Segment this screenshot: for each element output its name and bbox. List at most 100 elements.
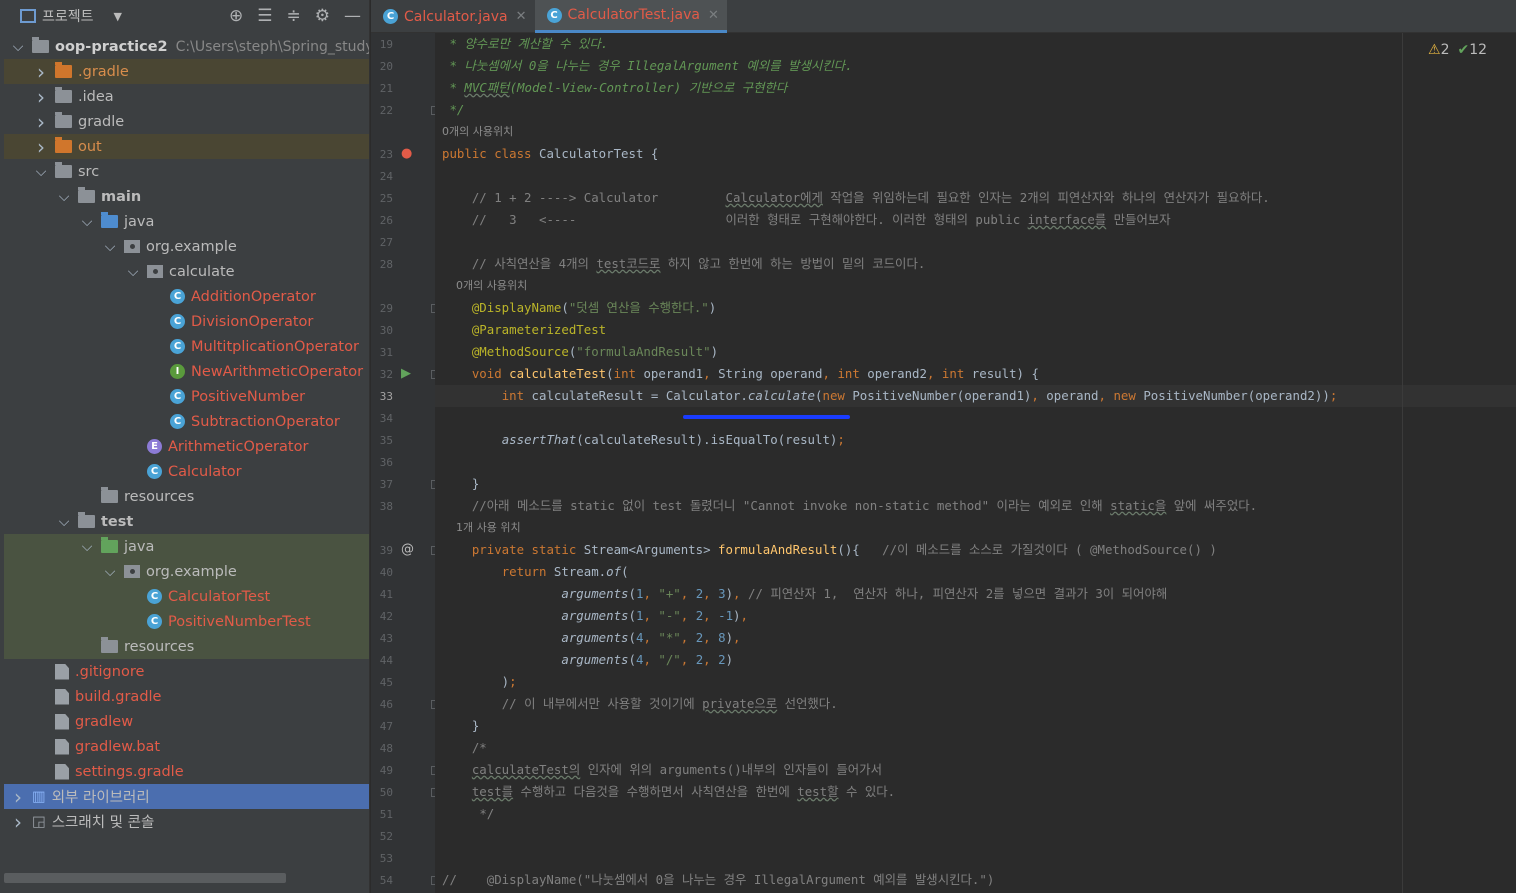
tree-item-resources[interactable]: resources [4, 634, 369, 659]
line-number: 30 [379, 324, 393, 337]
class-icon: C [383, 9, 398, 24]
tree-item-label: src [78, 163, 100, 180]
tree-item-main[interactable]: ⌵ main [4, 184, 369, 209]
chevron-down-icon[interactable]: ⌵ [79, 539, 95, 555]
folder-icon [101, 637, 118, 653]
run-test-method-icon[interactable]: ▶ [401, 366, 411, 381]
editor-tabs: C Calculator.java ✕ C CalculatorTest.java ✕ [371, 0, 1516, 33]
code-line: arguments(1, "-", 2, -1), [561, 608, 748, 623]
collapse-all-icon[interactable]: ≑ [287, 6, 301, 26]
library-icon: ▥ [32, 788, 46, 805]
close-icon[interactable]: ✕ [708, 8, 719, 23]
tree-item-gradlew[interactable]: gradlew [4, 709, 369, 734]
usage-hint: 1개 사용 위치 [442, 521, 521, 534]
chevron-right-icon[interactable]: › [10, 810, 26, 834]
chevron-down-icon[interactable]: ⌵ [56, 189, 72, 205]
tree-item-src[interactable]: ⌵ src [4, 159, 369, 184]
line-number: 31 [379, 346, 393, 359]
tree-item-arithmeticoperator[interactable]: E ArithmeticOperator [4, 434, 369, 459]
minimize-icon[interactable]: — [344, 6, 361, 26]
tree-item-org-example[interactable]: ⌵ org.example [4, 559, 369, 584]
code-editor[interactable]: * 양수로만 계산할 수 있다. * 나눗셈에서 0을 나누는 경우 Illeg… [435, 33, 1516, 893]
tree-item-calculate[interactable]: ⌵ calculate [4, 259, 369, 284]
tree-item-divisionoperator[interactable]: C DivisionOperator [4, 309, 369, 334]
annotation-usage-icon[interactable]: @ [401, 542, 414, 557]
source-folder-icon [101, 212, 118, 228]
class-icon: C [147, 589, 162, 604]
chevron-right-icon[interactable]: › [33, 110, 49, 134]
right-margin-guide [1402, 33, 1403, 893]
line-number: 25 [379, 192, 393, 205]
tree-item-스크래치-및-콘솔[interactable]: › ◲ 스크래치 및 콘솔 [4, 809, 369, 834]
tree-item-positivenumbertest[interactable]: C PositiveNumberTest [4, 609, 369, 634]
tree-item-calculatortest[interactable]: C CalculatorTest [4, 584, 369, 609]
tree-item-label: calculate [169, 263, 235, 280]
locate-icon[interactable]: ⊕ [229, 6, 243, 26]
tab-calculatortest-java[interactable]: C CalculatorTest.java ✕ [534, 0, 727, 33]
tree-item-gitignore[interactable]: .gitignore [4, 659, 369, 684]
gear-icon[interactable]: ⚙ [315, 6, 330, 26]
chevron-right-icon[interactable]: › [33, 135, 49, 159]
tree-item-java[interactable]: ⌵ java [4, 209, 369, 234]
tree-item-multitplicationoperator[interactable]: C MultitplicationOperator [4, 334, 369, 359]
tree-item-oop-practice2[interactable]: ⌵ oop-practice2 C:\Users\steph\Spring_stud… [4, 34, 369, 59]
chevron-down-icon[interactable]: ⌵ [56, 514, 72, 530]
tree-item-gradle[interactable]: › gradle [4, 109, 369, 134]
tree-item-label: org.example [146, 563, 237, 580]
tree-item-java[interactable]: ⌵ java [4, 534, 369, 559]
package-icon [124, 240, 140, 253]
expand-all-icon[interactable]: ☰ [257, 6, 272, 26]
line-number: 43 [379, 632, 393, 645]
chevron-right-icon[interactable]: › [33, 60, 49, 84]
usage-hint: 0개의 사용위치 [442, 279, 528, 292]
chevron-down-icon[interactable]: ⌵ [79, 214, 95, 230]
tree-item-out[interactable]: › out [4, 134, 369, 159]
tree-item-org-example[interactable]: ⌵ org.example [4, 234, 369, 259]
tree-item-label: NewArithmeticOperator [191, 363, 364, 380]
close-icon[interactable]: ✕ [516, 9, 527, 24]
tree-item-gradlew-bat[interactable]: gradlew.bat [4, 734, 369, 759]
tree-item-positivenumber[interactable]: C PositiveNumber [4, 384, 369, 409]
line-number: 42 [379, 610, 393, 623]
code-line: arguments(4, "*", 2, 8), [561, 630, 741, 645]
chevron-down-icon[interactable]: ⌵ [10, 39, 26, 55]
tree-item-외부-라이브러리[interactable]: › ▥ 외부 라이브러리 [4, 784, 369, 809]
project-panel-header[interactable]: 프로젝트 ▼ ⊕ ☰ ≑ ⚙ — [0, 0, 369, 32]
tree-item-resources[interactable]: resources [4, 484, 369, 509]
run-test-class-icon[interactable]: ● [401, 146, 412, 161]
code-line: } [442, 718, 480, 733]
line-number: 45 [379, 676, 393, 689]
chevron-right-icon[interactable]: › [33, 85, 49, 109]
horizontal-scrollbar[interactable] [4, 873, 286, 883]
class-icon: C [147, 614, 162, 629]
code-line: arguments(4, "/", 2, 2) [561, 652, 734, 667]
tree-item-newarithmeticoperator[interactable]: I NewArithmeticOperator [4, 359, 369, 384]
tree-item-gradle[interactable]: › .gradle [4, 59, 369, 84]
tree-item-label: settings.gradle [75, 763, 184, 780]
code-line: // @DisplayName("나눗셈에서 0을 나누는 경우 Illegal… [442, 872, 995, 887]
tree-item-test[interactable]: ⌵ test [4, 509, 369, 534]
tree-item-label: AdditionOperator [191, 288, 316, 305]
chevron-down-icon[interactable]: ⌵ [33, 164, 49, 180]
file-icon [55, 663, 69, 680]
tree-item-label: oop-practice2 [55, 38, 168, 55]
tab-label: CalculatorTest.java [567, 7, 700, 23]
line-number: 46 [379, 698, 393, 711]
tree-item-settings-gradle[interactable]: settings.gradle [4, 759, 369, 784]
chevron-down-icon[interactable]: ⌵ [102, 564, 118, 580]
tree-item-label: Calculator [168, 463, 242, 480]
tree-item-calculator[interactable]: C Calculator [4, 459, 369, 484]
folder-icon [55, 87, 72, 103]
chevron-down-icon[interactable]: ⌵ [102, 239, 118, 255]
tree-item-build-gradle[interactable]: build.gradle [4, 684, 369, 709]
tree-item-additionoperator[interactable]: C AdditionOperator [4, 284, 369, 309]
tree-item-subtractionoperator[interactable]: C SubtractionOperator [4, 409, 369, 434]
chevron-down-icon[interactable]: ▼ [114, 10, 122, 23]
line-number: 29 [379, 302, 393, 315]
chevron-right-icon[interactable]: › [10, 785, 26, 809]
chevron-down-icon[interactable]: ⌵ [125, 264, 141, 280]
inspection-indicators[interactable]: ⚠2 ✔12 [1428, 42, 1487, 58]
tree-item-idea[interactable]: › .idea [4, 84, 369, 109]
project-toolbar: ⊕ ☰ ≑ ⚙ — [229, 6, 361, 26]
tab-calculator-java[interactable]: C Calculator.java ✕ [371, 0, 535, 33]
